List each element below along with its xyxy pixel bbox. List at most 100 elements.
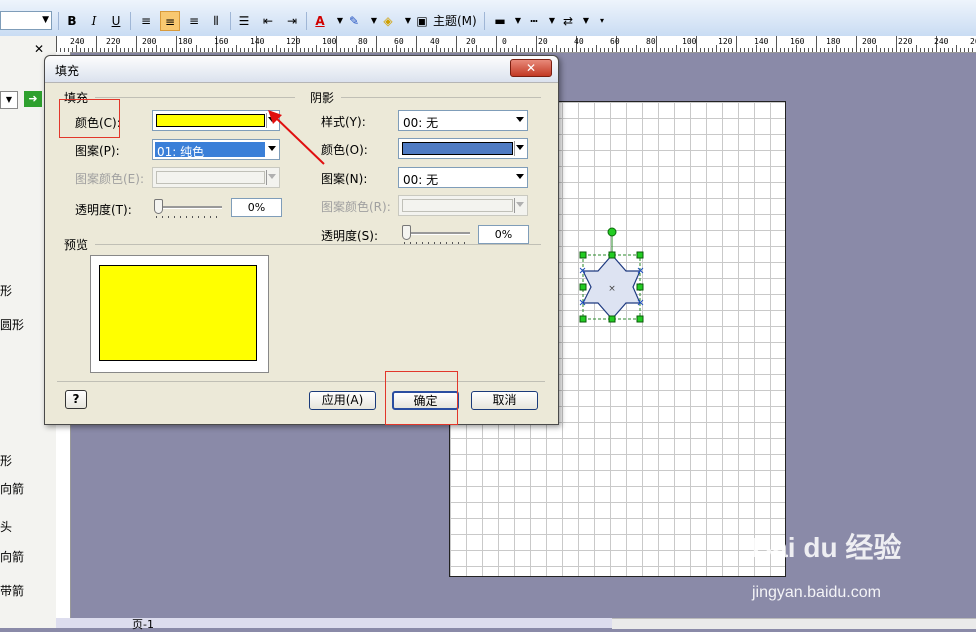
italic-button[interactable]: I [84,11,104,31]
font-size-combo[interactable]: ▼ [0,11,52,30]
ruler-label: 0 [502,37,507,46]
ruler-tick [868,48,869,52]
justify-icon[interactable]: ⫴ [206,11,226,31]
shadow-color-select[interactable] [398,138,528,159]
stencil-item[interactable]: 圆形 [0,316,24,333]
increase-indent-icon[interactable]: ⇥ [282,11,302,31]
slider-thumb[interactable] [154,199,163,214]
line-color-icon[interactable]: ✎ [344,11,364,31]
ruler-tick [932,48,933,52]
ruler-tick [908,48,909,52]
divider [95,97,295,98]
toolbar-options-icon[interactable]: ▾ [592,11,612,31]
bold-button[interactable]: B [62,11,82,31]
ruler-tick [540,48,541,52]
dialog-titlebar[interactable]: 填充 ✕ [45,56,558,83]
ruler-label: 260 [970,37,976,46]
ruler-tick [812,48,813,52]
ruler-label: 240 [70,37,85,46]
ruler-label: 60 [610,37,620,46]
horizontal-scrollbar[interactable] [612,618,976,629]
fill-transparency-input[interactable]: 0% [231,198,282,217]
ruler-tick [628,48,629,52]
ruler-tick [56,36,57,52]
line-weight-icon[interactable]: ▬ [490,11,510,31]
baidu-watermark-logo: Bai du 经验 [752,532,902,563]
ruler-tick [192,48,193,52]
align-left-icon[interactable]: ≡ [136,11,156,31]
rotation-handle[interactable] [607,227,617,237]
ruler-tick [144,48,145,52]
line-ends-icon[interactable]: ⇄ [558,11,578,31]
ruler-tick [268,48,269,52]
slider-thumb[interactable] [402,225,411,240]
shadow-pattern-color-label: 图案颜色(R): [321,200,391,214]
theme-icon[interactable]: ▣ [412,11,432,31]
align-center-icon[interactable]: ≡ [160,11,180,31]
ruler-tick [288,48,289,52]
close-icon[interactable]: ✕ [34,42,44,56]
go-arrow-icon[interactable]: ➜ [24,91,42,107]
fill-transparency-slider[interactable] [154,198,222,218]
shadow-pattern-select[interactable]: 00: 无 [398,167,528,188]
ruler-tick [644,48,645,52]
bullets-icon[interactable]: ☰ [234,11,254,31]
ruler-tick [960,48,961,52]
ruler-tick [300,48,301,52]
ruler-tick [664,48,665,52]
ruler-tick [160,48,161,52]
divider [514,198,515,213]
ruler-tick [856,36,857,52]
ruler-tick [372,48,373,52]
ruler-tick [140,48,141,52]
shadow-transparency-slider[interactable] [402,224,470,244]
ruler-tick [944,48,945,52]
ruler-tick [680,48,681,52]
ruler-tick [816,36,817,52]
ruler-tick [324,48,325,52]
ruler-tick [764,48,765,52]
stencil-item[interactable]: 带箭 [0,582,24,599]
shadow-style-select[interactable]: 00: 无 [398,110,528,131]
ruler-tick [608,48,609,52]
line-pattern-icon[interactable]: ┅ [524,11,544,31]
ruler-tick [320,48,321,52]
ruler-tick [536,36,537,52]
apply-button[interactable]: 应用(A) [309,391,376,410]
font-color-icon[interactable]: A [310,11,330,31]
stencil-item[interactable]: 向箭 [0,548,24,565]
ruler-tick [656,36,657,52]
ruler-tick [904,48,905,52]
shadow-group-title: 阴影 [310,91,335,105]
shadow-transparency-input[interactable]: 0% [478,225,529,244]
underline-button[interactable]: U [106,11,126,31]
decrease-indent-icon[interactable]: ⇤ [258,11,278,31]
theme-button[interactable]: 主题(M) [433,11,477,31]
ruler-tick [844,48,845,52]
stencil-item[interactable]: 向箭 [0,480,24,497]
chevron-down-icon[interactable]: ▼ [0,91,18,109]
ruler-tick [456,36,457,52]
align-right-icon[interactable]: ≡ [184,11,204,31]
ruler-tick [752,48,753,52]
stencil-item[interactable]: 形 [0,282,12,299]
help-button[interactable]: ? [65,390,87,409]
cancel-button[interactable]: 取消 [471,391,538,410]
close-button[interactable]: ✕ [510,59,552,77]
stencil-item[interactable]: 形 [0,452,12,469]
ruler-tick [100,48,101,52]
ruler-tick [784,48,785,52]
star-shape[interactable]: × [575,222,651,328]
ruler-tick [468,48,469,52]
stencil-item[interactable]: 头 [0,518,12,535]
ruler-tick [876,45,877,52]
ruler-tick [276,45,277,52]
ruler-tick [264,48,265,52]
slider-track [154,206,222,209]
page-tab[interactable]: 页-1 [132,616,154,632]
ruler-tick [504,48,505,52]
ruler-tick [168,48,169,52]
divider [341,97,541,98]
fill-color-icon[interactable]: ◈ [378,11,398,31]
ruler-tick [376,36,377,52]
